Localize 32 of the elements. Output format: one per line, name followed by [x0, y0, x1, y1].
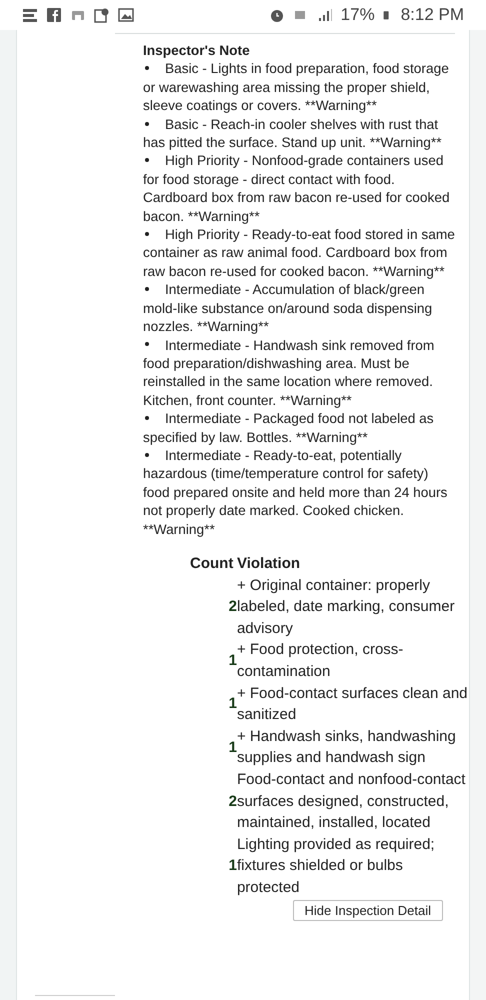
facebook-icon	[46, 7, 62, 23]
clock-time: 8:12 PM	[400, 5, 464, 25]
signal-icon	[316, 7, 333, 23]
count-cell: 1	[190, 726, 237, 769]
violation-cell-text: + Handwash sinks, handwashing supplies and handwash sign	[236, 726, 457, 768]
note-text: High Priority - Nonfood-grade containers used for food storage - direct contact with food. Cardboard box from raw bacon re-used for cooked bacon. **Warning**	[143, 152, 451, 226]
note-text: Intermediate - Packaged food not labeled as specified by law. Bottles. **Warning**	[143, 410, 435, 447]
count-cell-text: 1	[228, 856, 237, 876]
note-text: High Priority - Ready-to-eat food stored in same container as raw animal food. Cardboard box from raw bacon re-used for cooked bacon. **Warning**	[143, 226, 455, 281]
count-cell-text: 2	[228, 597, 237, 618]
alarm-icon	[268, 7, 285, 23]
hide-detail-button[interactable]: Hide Inspection Detail	[292, 900, 443, 922]
note-text: Intermediate - Handwash sink removed from food preparation/dishwashing area. Must be reinstalled in the same location where removed. Kitchen, front counter. **Warning**	[143, 336, 436, 410]
note-text: Basic - Lights in food preparation, food storage or warewashing area missing the proper shield, sleeve coatings or covers. **Warning**	[143, 60, 450, 116]
menu-bars-icon	[22, 7, 38, 23]
violation-cell-text: Lighting provided as required; fixtures shielded or bulbs protected	[236, 834, 436, 898]
violation-cell-text: Food-contact and nonfood-contact surfaces designed, constructed, maintained, installed, located	[236, 770, 466, 834]
battery-percent: 17%	[340, 5, 375, 25]
violation-cell-text: + Original container: properly labeled, date marking, consumer advisory	[236, 576, 456, 639]
note-text: Intermediate - Accumulation of black/green mold-like substance on/around soda dispensing nozzles. **Warning**	[143, 281, 434, 336]
image-icon	[118, 7, 134, 23]
count-cell: 1	[190, 682, 237, 726]
violation-cell-text: + Food protection, cross-contamination	[236, 640, 404, 682]
count-cell-text: 1	[228, 651, 237, 672]
column-header: Violation	[236, 554, 302, 574]
column-header: Count	[190, 552, 237, 575]
count-cell-text: 2	[228, 792, 237, 812]
violation-cell-text: + Food-contact surfaces clean and sanitized	[236, 684, 469, 726]
note-text: Basic - Reach-in cooler shelves with rust that has pitted the surface. Stand up unit. **Warning**	[143, 116, 443, 152]
map-pin-icon	[94, 7, 110, 23]
note-title: Inspector's Note	[143, 42, 251, 60]
note-text: Intermediate - Ready-to-eat, potentially hazardous (time/temperature control for safety) food prepared onsite and held more than 24 hours not properly date marked. Cooked chicken. **Warning**	[143, 446, 448, 539]
